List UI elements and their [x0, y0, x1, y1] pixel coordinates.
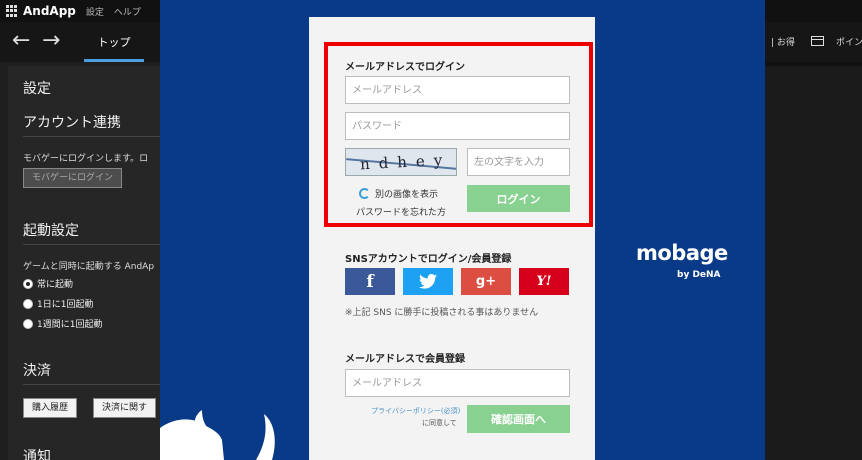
payment-info-button[interactable]: 決済に関す [93, 398, 157, 418]
radio-once-a-day[interactable]: 1日に1回起動 [23, 297, 93, 310]
google-plus-button[interactable]: g+ [461, 268, 511, 295]
radio-icon[interactable] [23, 318, 33, 329]
register-label: メールアドレスで会員登録 [345, 354, 465, 365]
notice-section-title: 通知 [23, 449, 51, 460]
account-section-title: アカウント連携 [23, 115, 121, 131]
app-name: AndApp [23, 4, 76, 18]
radio-once-a-week[interactable]: 1週間に1回起動 [23, 317, 102, 330]
agree-text: に同意して [422, 419, 457, 427]
startup-section-title: 起動設定 [23, 223, 79, 239]
radio-label: 1日に1回起動 [37, 300, 94, 310]
radio-always[interactable]: 常に起動 [23, 277, 73, 290]
radio-label: 1週間に1回起動 [37, 320, 103, 330]
menu-help[interactable]: ヘルプ [114, 5, 141, 18]
back-arrow-icon[interactable]: ← [12, 30, 30, 52]
screen: AndApp 設定 ヘルプ ← → トップ 設定 アカウント連携 モバゲーにログ… [0, 0, 862, 460]
tab-top[interactable]: トップ [84, 32, 144, 62]
purchase-history-button[interactable]: 購入履歴 [23, 398, 78, 418]
right-panel [765, 66, 862, 460]
highlight-box [324, 42, 593, 227]
startup-description: ゲームと同時に起動する AndAp [23, 262, 155, 272]
settings-panel: 設定 アカウント連携 モバゲーにログインします。ロ モバゲーにログイン 起動設定… [8, 66, 160, 460]
radio-selected-icon[interactable] [23, 278, 33, 289]
nav-row: ← → トップ [0, 22, 160, 62]
twitter-bird-icon [419, 274, 437, 289]
privacy-policy-link[interactable]: プライバシーポリシー(必須) [371, 406, 460, 416]
radio-icon[interactable] [23, 298, 33, 309]
sns-note: ※上記 SNS に勝手に投稿される事はありません [345, 308, 539, 318]
card-icon [811, 36, 824, 46]
andapp-window: AndApp 設定 ヘルプ ← → トップ 設定 アカウント連携 モバゲーにログ… [0, 0, 160, 460]
yahoo-button[interactable]: Y! [519, 268, 569, 295]
andapp-titlebar: AndApp 設定 ヘルプ [0, 0, 160, 22]
sns-login-label: SNSアカウントでログイン/会員登録 [345, 254, 512, 265]
confirm-button[interactable]: 確認画面へ [467, 405, 570, 433]
menu-settings[interactable]: 設定 [86, 5, 104, 18]
divider [23, 244, 160, 245]
points-tab-label[interactable]: ポイン [836, 35, 862, 48]
right-background-window: | お得 ポイン [765, 0, 862, 460]
radio-label: 常に起動 [37, 280, 74, 290]
mascot-icon [160, 410, 275, 460]
yahoo-icon: Y! [536, 274, 552, 289]
app-grid-icon [6, 5, 18, 17]
deals-tab-label[interactable]: | お得 [771, 35, 795, 48]
divider [23, 384, 160, 385]
forward-arrow-icon[interactable]: → [42, 30, 60, 52]
payment-section-title: 決済 [23, 363, 51, 379]
mobage-login-button[interactable]: モバゲーにログイン [23, 168, 123, 188]
mobage-logo: mobage [636, 241, 728, 265]
twitter-button[interactable]: t [403, 268, 453, 295]
register-email-field[interactable] [345, 369, 570, 397]
facebook-icon: f [366, 271, 374, 292]
facebook-button[interactable]: f [345, 268, 395, 295]
settings-title: 設定 [23, 81, 51, 97]
account-description: モバゲーにログインします。ロ [23, 154, 149, 164]
google-plus-icon: g+ [475, 274, 497, 289]
by-dena-logo: by DeNA [677, 270, 721, 280]
divider [23, 136, 160, 137]
